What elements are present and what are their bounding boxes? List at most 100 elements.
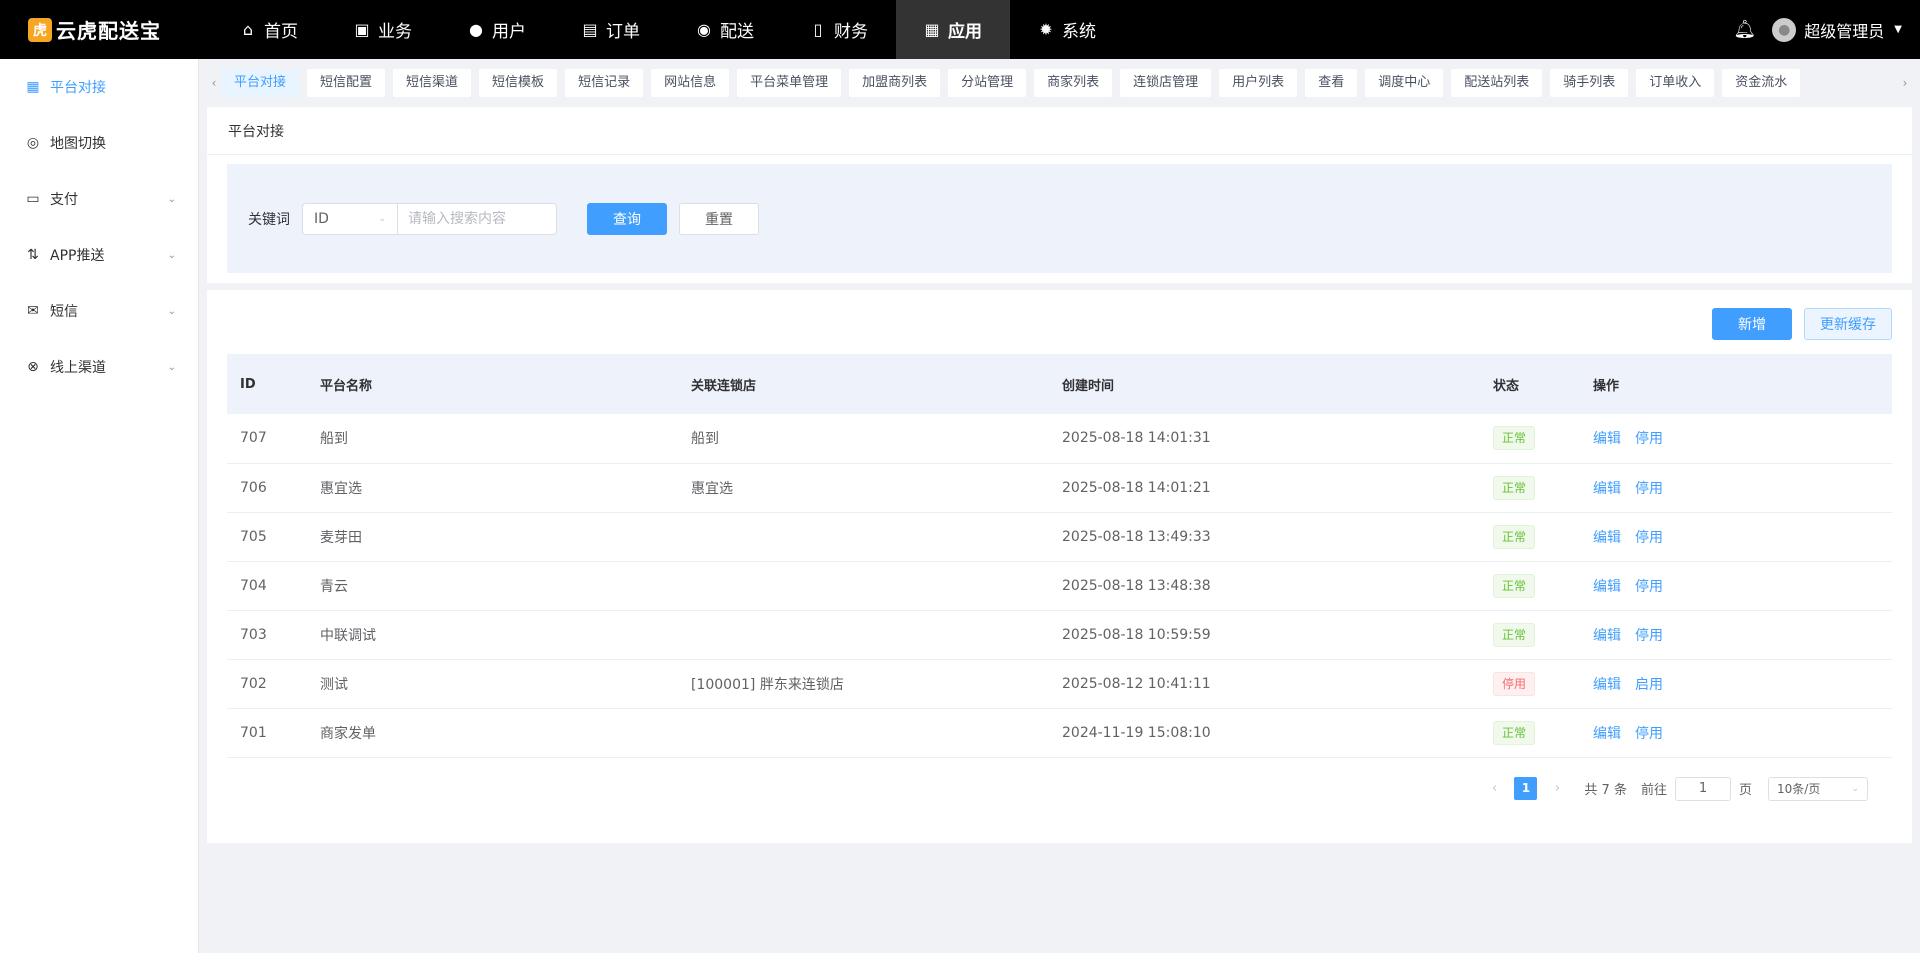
chevron-left-icon[interactable]: ‹ <box>207 76 221 90</box>
edit-link[interactable]: 编辑 <box>1593 431 1621 447</box>
nav-label: 财务 <box>834 22 868 42</box>
toggle-status-link[interactable]: 启用 <box>1635 677 1663 693</box>
chevron-right-icon[interactable]: › <box>1898 76 1912 90</box>
cell-linked-store <box>678 561 1049 610</box>
tag-item[interactable]: 骑手列表 <box>1550 68 1629 97</box>
cell-actions: 编辑 停用 <box>1580 463 1892 512</box>
edit-link[interactable]: 编辑 <box>1593 726 1621 742</box>
cell-status: 正常 <box>1480 610 1580 659</box>
tag-item[interactable]: 加盟商列表 <box>849 68 941 97</box>
sidebar-item-sms[interactable]: ✉ 短信 ⌄ <box>0 283 198 339</box>
edit-link[interactable]: 编辑 <box>1593 579 1621 595</box>
nav-item-system[interactable]: ✹ 系统 <box>1010 0 1124 59</box>
tiger-logo-icon: 虎 <box>28 17 52 42</box>
nav-label: 首页 <box>264 22 298 42</box>
logo[interactable]: 虎 云虎配送宝 <box>0 0 200 59</box>
tag-item[interactable]: 连锁店管理 <box>1120 68 1212 97</box>
tag-item[interactable]: 网站信息 <box>651 68 730 97</box>
tag-item[interactable]: 查看 <box>1305 68 1358 97</box>
column-header[interactable]: ID <box>227 354 307 414</box>
caret-down-icon[interactable]: ▼ <box>1894 24 1902 35</box>
tag-item[interactable]: 短信配置 <box>307 68 386 97</box>
refresh-cache-button[interactable]: 更新缓存 <box>1804 308 1892 340</box>
tag-item[interactable]: 短信模板 <box>479 68 558 97</box>
edit-link[interactable]: 编辑 <box>1593 628 1621 644</box>
column-header[interactable]: 创建时间 <box>1049 354 1480 414</box>
edit-link[interactable]: 编辑 <box>1593 677 1621 693</box>
search-field-select[interactable]: ID ⌄ <box>302 202 397 235</box>
toggle-status-link[interactable]: 停用 <box>1635 726 1663 742</box>
cell-created-time: 2025-08-18 14:01:31 <box>1062 430 1211 447</box>
column-header[interactable]: 关联连锁店 <box>678 354 1049 414</box>
mail-icon: ✉ <box>27 303 39 319</box>
search-input[interactable] <box>397 202 557 235</box>
sort-icon: ⇅ <box>27 247 39 263</box>
tag-item[interactable]: 资金流水 <box>1722 68 1801 97</box>
page-size-select[interactable]: 10条/页 ⌄ <box>1768 776 1868 801</box>
tag-item[interactable]: 平台菜单管理 <box>737 68 842 97</box>
nav-item-home[interactable]: ⌂ 首页 <box>212 0 326 59</box>
status-badge: 正常 <box>1493 426 1536 451</box>
tag-item[interactable]: 平台对接 <box>221 68 300 97</box>
column-header[interactable]: 平台名称 <box>307 354 678 414</box>
edit-link[interactable]: 编辑 <box>1593 481 1621 497</box>
box-icon: ▭ <box>26 191 40 207</box>
sidebar-item-app-push[interactable]: ⇅ APP推送 ⌄ <box>0 227 198 283</box>
goto-page-input[interactable] <box>1674 776 1731 801</box>
edit-link[interactable]: 编辑 <box>1593 530 1621 546</box>
add-button[interactable]: 新增 <box>1712 308 1792 340</box>
toggle-status-link[interactable]: 停用 <box>1635 628 1663 644</box>
reset-button[interactable]: 重置 <box>679 202 759 235</box>
cell-actions: 编辑 停用 <box>1580 610 1892 659</box>
link-icon: ⊗ <box>27 359 39 375</box>
sidebar-item-payment[interactable]: ▭ 支付 ⌄ <box>0 171 198 227</box>
tag-item[interactable]: 短信渠道 <box>393 68 472 97</box>
nav-item-orders[interactable]: ▤ 订单 <box>554 0 668 59</box>
toggle-status-link[interactable]: 停用 <box>1635 481 1663 497</box>
table-toolbar: 新增 更新缓存 <box>227 308 1892 342</box>
nav-item-delivery[interactable]: ◉ 配送 <box>668 0 782 59</box>
toggle-status-link[interactable]: 停用 <box>1635 579 1663 595</box>
sidebar-item-map-switch[interactable]: ◎ 地图切换 <box>0 115 198 171</box>
username[interactable]: 超级管理员 <box>1804 18 1884 42</box>
bell-icon[interactable]: 🔔︎ <box>1733 19 1756 40</box>
tag-item[interactable]: 订单收入 <box>1636 68 1715 97</box>
nav-item-apps[interactable]: ▦ 应用 <box>896 0 1010 59</box>
toggle-status-link[interactable]: 停用 <box>1635 530 1663 546</box>
pagination: ‹ 1 › 共 7 条 前往 页 10条/页 ⌄ <box>227 776 1892 801</box>
query-button[interactable]: 查询 <box>587 202 667 235</box>
next-page-icon[interactable]: › <box>1544 781 1570 796</box>
eye-icon: ◎ <box>26 135 40 151</box>
tag-item[interactable]: 配送站列表 <box>1451 68 1543 97</box>
tag-item[interactable]: 分站管理 <box>948 68 1027 97</box>
avatar[interactable]: ● <box>1772 17 1797 42</box>
tag-item[interactable]: 短信记录 <box>565 68 644 97</box>
page-title-text: 平台对接 <box>228 123 284 140</box>
nav-item-finance[interactable]: ▯ 财务 <box>782 0 896 59</box>
cell-created-time: 2025-08-18 13:49:33 <box>1062 528 1211 545</box>
page-number-current[interactable]: 1 <box>1514 777 1538 800</box>
tag-item[interactable]: 用户列表 <box>1219 68 1298 97</box>
tag-item[interactable]: 调度中心 <box>1365 68 1444 97</box>
sidebar-item-platform[interactable]: ▦ 平台对接 <box>0 59 198 115</box>
sidebar-item-label: 短信 <box>50 304 78 320</box>
document-icon: ▯ <box>813 20 823 39</box>
cell-actions: 编辑 启用 <box>1580 659 1892 708</box>
nav-item-business[interactable]: ▣ 业务 <box>326 0 440 59</box>
sidebar-item-online-channel[interactable]: ⊗ 线上渠道 ⌄ <box>0 339 198 395</box>
nav-item-users[interactable]: ● 用户 <box>440 0 554 59</box>
column-header[interactable]: 状态 <box>1480 354 1580 414</box>
chevron-down-icon: ⌄ <box>167 193 176 205</box>
top-navbar: 虎 云虎配送宝 ⌂ 首页 ▣ 业务 ● 用户 ▤ 订单 ◉ 配送 ▯ 财务 ▦ 应用 ✹ 系统 … <box>0 0 1920 59</box>
cell-created-time: 2025-08-18 13:48:38 <box>1062 577 1211 594</box>
cell-created-time: 2024-11-19 15:08:10 <box>1062 724 1211 741</box>
tag-item[interactable]: 商家列表 <box>1034 68 1113 97</box>
cell-id: 702 <box>240 675 267 692</box>
total-count: 共 7 条 <box>1584 783 1627 798</box>
toggle-status-link[interactable]: 停用 <box>1635 431 1663 447</box>
column-header[interactable]: 操作 <box>1580 354 1892 414</box>
prev-page-icon[interactable]: ‹ <box>1481 781 1507 796</box>
platform-table: ID 平台名称 关联连锁店 创建时间 状态 操作 707 船到 船到 2025-08-… <box>227 354 1892 758</box>
cell-id: 703 <box>240 626 267 643</box>
table-row: 703 中联调试 2025-08-18 10:59:59 正常 编辑 停用 <box>227 610 1892 659</box>
